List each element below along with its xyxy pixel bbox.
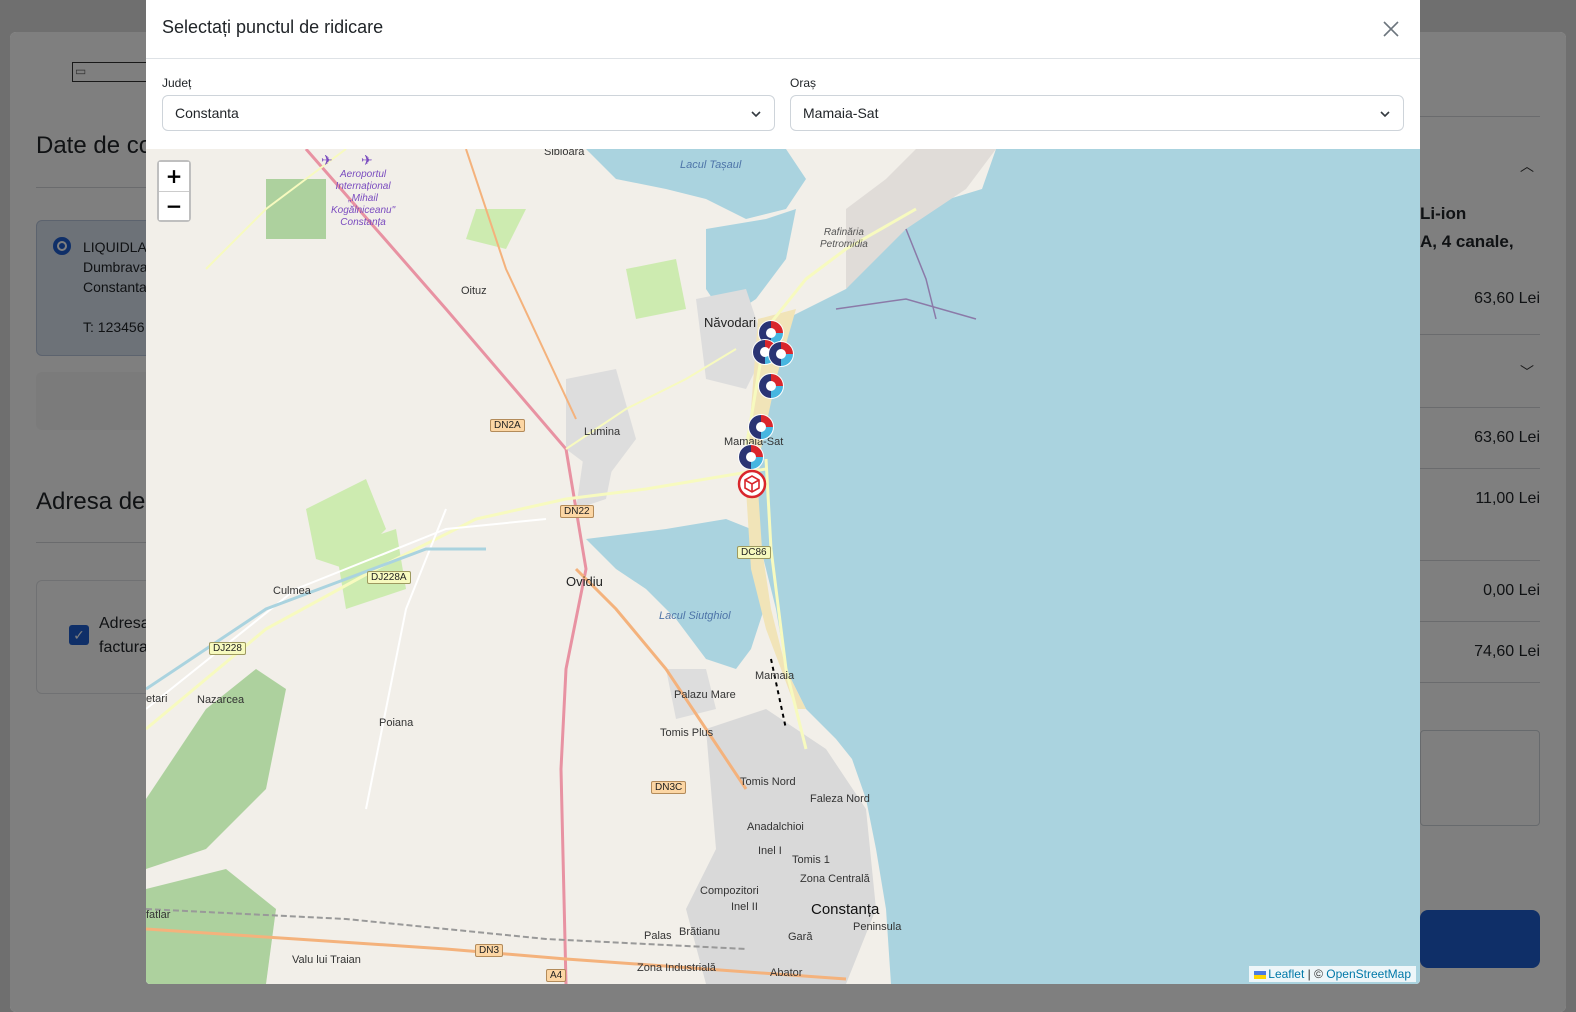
map-label: Anadalchioi	[747, 821, 804, 833]
map-label: fatlar	[146, 909, 171, 921]
map-label: Inel II	[731, 901, 758, 913]
map-label: Ovidiu	[566, 574, 603, 589]
city-select[interactable]: Mamaia-Sat	[790, 95, 1404, 131]
map-label: Valu lui Traian	[292, 954, 361, 966]
easybox-marker-icon[interactable]	[736, 442, 766, 472]
map-label: Mamaia	[755, 670, 795, 682]
pickup-point-modal: Selectați punctul de ridicare Județ Cons…	[146, 0, 1420, 984]
easybox-marker-icon[interactable]	[746, 412, 776, 442]
easybox-marker-icon[interactable]	[756, 371, 786, 401]
map-label: Brătianu	[679, 926, 720, 938]
map-label: Inel I	[758, 845, 782, 857]
map-label: Gară	[788, 931, 813, 943]
modal-header: Selectați punctul de ridicare	[146, 0, 1420, 59]
svg-text:✈: ✈	[321, 152, 333, 168]
map-label: Constanța	[811, 901, 880, 918]
county-label: Județ	[162, 76, 192, 90]
city-select-value: Mamaia-Sat	[803, 105, 879, 121]
map-label: Peninsula	[853, 921, 902, 933]
close-icon	[1383, 21, 1399, 37]
map-label: Lacul Siutghiol	[659, 610, 731, 622]
zoom-out-button[interactable]: −	[159, 191, 189, 220]
attribution-separator: | ©	[1304, 967, 1327, 981]
road-shield: DJ228	[209, 642, 246, 655]
modal-title: Selectați punctul de ridicare	[162, 17, 384, 37]
map-label: Abator	[770, 967, 803, 979]
map-label: Palas	[644, 930, 672, 942]
map-label: Culmea	[273, 585, 311, 597]
road-shield: DN2A	[490, 419, 525, 432]
ukraine-flag-icon	[1254, 970, 1267, 979]
map-label: Lumina	[584, 426, 621, 438]
city-label: Oraș	[790, 76, 817, 90]
leaflet-link[interactable]: Leaflet	[1268, 967, 1304, 981]
zoom-control: + −	[157, 160, 191, 222]
map-label: Oituz	[461, 285, 487, 297]
map-label: Lacul Tașaul	[680, 159, 742, 171]
road-shield: DN22	[560, 505, 594, 518]
map-label: Zona Centrală	[800, 873, 870, 885]
map-attribution: Leaflet | © OpenStreetMap	[1249, 966, 1416, 982]
map-label: Faleza Nord	[810, 793, 870, 805]
map-label: etari	[146, 693, 168, 705]
zoom-in-button[interactable]: +	[159, 162, 189, 191]
map-label: Palazu Mare	[674, 689, 736, 701]
map-label: Poiana	[379, 717, 414, 729]
map-label: Compozitori	[700, 885, 759, 897]
map-label: Rafinăria Petromidia	[820, 227, 868, 250]
map-label: Tomis Plus	[660, 727, 714, 739]
openstreetmap-link[interactable]: OpenStreetMap	[1326, 967, 1411, 981]
close-button[interactable]	[1376, 14, 1406, 44]
road-shield: A4	[546, 969, 567, 982]
airport-label: Aeroportul Internațional „Mihail Kogălni…	[331, 169, 396, 228]
map-label: Sibioara	[544, 149, 585, 158]
location-filters: Județ Constanta Oraș Mamaia-Sat	[146, 59, 1420, 149]
map-label: Tomis Nord	[740, 776, 796, 788]
map-label: Năvodari	[704, 315, 757, 330]
map-label: Nazarcea	[197, 694, 245, 706]
parcel-locker-marker-icon[interactable]	[737, 469, 767, 499]
road-shield: DJ228A	[367, 571, 411, 584]
svg-text:✈: ✈	[361, 152, 373, 168]
road-shield: DN3C	[651, 781, 687, 794]
chevron-down-icon	[1380, 111, 1390, 118]
easybox-marker-icon[interactable]	[766, 339, 796, 369]
map-label: Zona Industrială	[637, 962, 716, 974]
map-tiles: ✈ ✈	[146, 149, 996, 984]
map-label: Tomis 1	[792, 854, 830, 866]
map[interactable]: ✈ ✈ Sibioara Lacul Tașaul Aeroportul Int…	[146, 149, 1420, 984]
county-select-value: Constanta	[175, 105, 239, 121]
road-shield: DN3	[475, 944, 504, 957]
road-shield: DC86	[737, 546, 771, 559]
county-select[interactable]: Constanta	[162, 95, 775, 131]
chevron-down-icon	[751, 111, 761, 118]
